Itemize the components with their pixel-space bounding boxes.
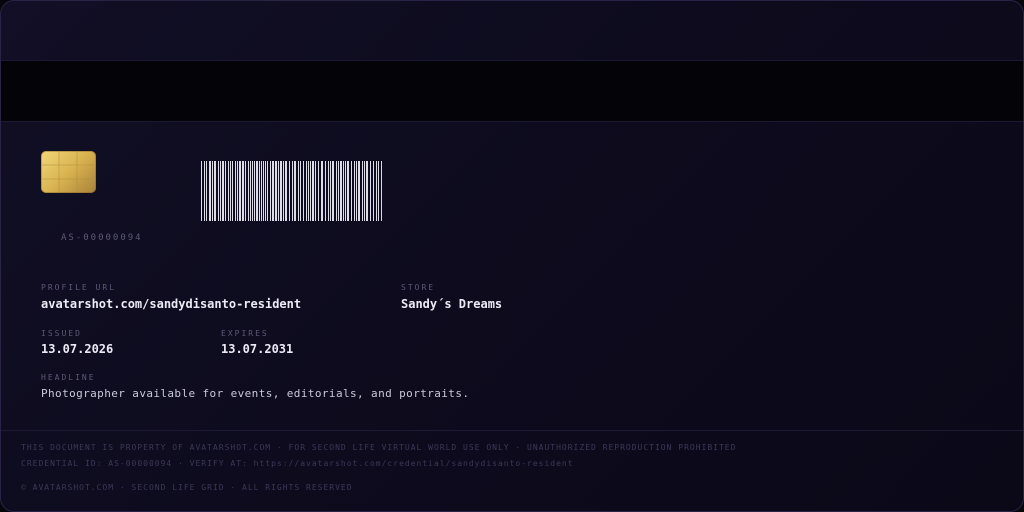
expires-value: 13.07.2031: [221, 342, 294, 356]
headline-label: HEADLINE: [41, 373, 96, 382]
headline-value: Photographer available for events, edito…: [41, 387, 470, 400]
barcode-icon: [201, 161, 382, 221]
footer-credential-id: CREDENTIAL ID: AS-00000094 · VERIFY AT: …: [21, 459, 574, 468]
credential-card-back: AS-00000094 PROFILE URL avatarshot.com/s…: [0, 0, 1024, 512]
store-value: Sandy´s Dreams: [401, 297, 503, 311]
issued-label: ISSUED: [41, 329, 82, 338]
footer-divider: [1, 430, 1023, 431]
footer-legal-notice: THIS DOCUMENT IS PROPERTY OF AVATARSHOT.…: [21, 443, 737, 452]
profile-url-value: avatarshot.com/sandydisanto-resident: [41, 297, 302, 311]
profile-url-label: PROFILE URL: [41, 283, 116, 292]
smart-chip-icon: [41, 151, 96, 193]
issued-value: 13.07.2026: [41, 342, 114, 356]
store-label: STORE: [401, 283, 436, 292]
card-serial-number: AS-00000094: [61, 233, 143, 243]
footer-copyright: © AVATARSHOT.COM · SECOND LIFE GRID · AL…: [21, 483, 353, 492]
magnetic-stripe: [1, 60, 1023, 122]
expires-label: EXPIRES: [221, 329, 269, 338]
